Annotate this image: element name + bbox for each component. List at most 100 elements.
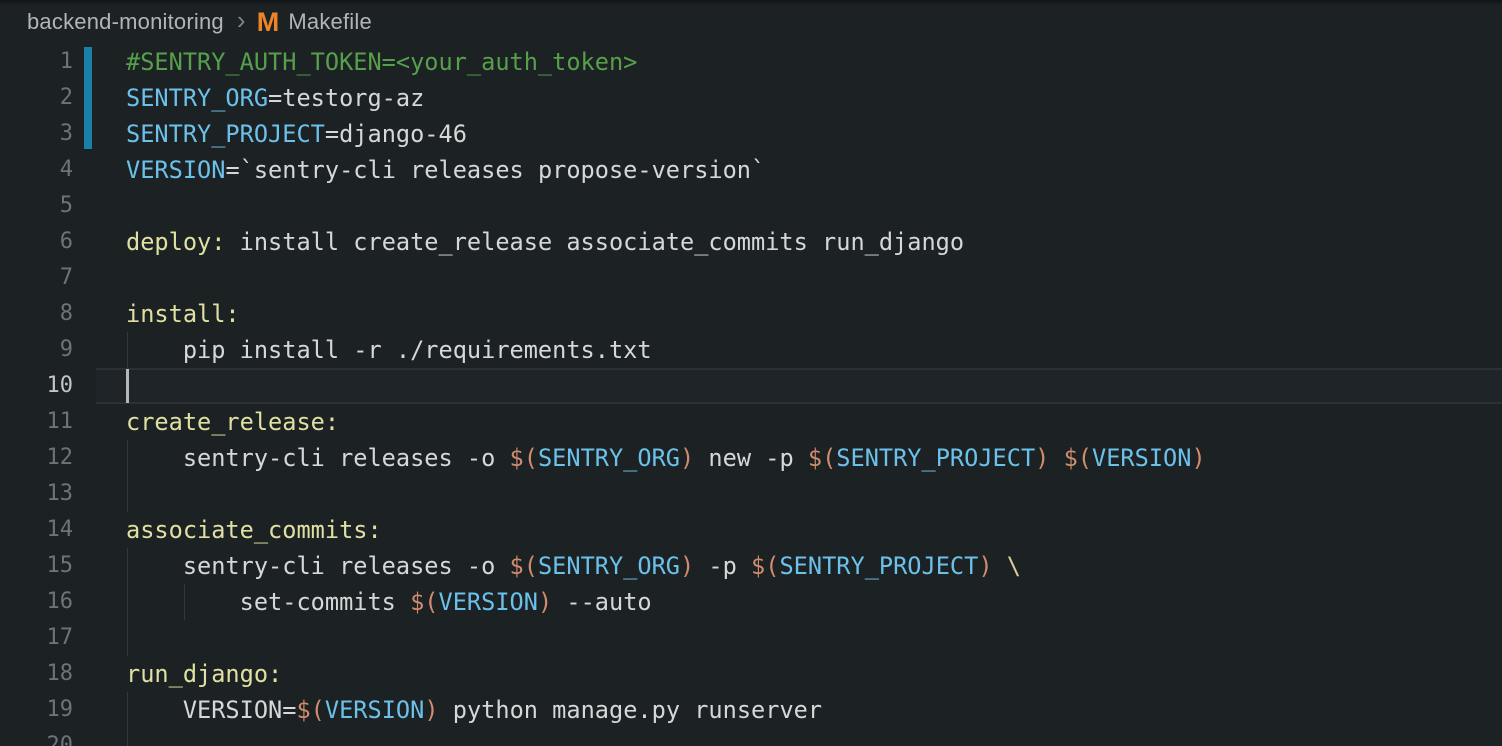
code-token: create_release:	[126, 408, 339, 436]
line-number[interactable]: 20	[0, 728, 73, 746]
line-number[interactable]: 2	[0, 80, 73, 116]
line-number[interactable]: 15	[0, 548, 73, 584]
code-text[interactable]: associate_commits:	[126, 512, 382, 548]
code-line[interactable]: 1 #SENTRY_AUTH_TOKEN=<your_auth_token>	[0, 44, 1502, 80]
code-token: SENTRY_ORG	[126, 84, 268, 112]
line-number[interactable]: 5	[0, 188, 73, 224]
code-token: SENTRY_ORG	[538, 444, 680, 472]
code-line[interactable]: 14 associate_commits:	[0, 512, 1502, 548]
line-number[interactable]: 17	[0, 620, 73, 656]
code-line[interactable]: 16 set-commits $(VERSION) --auto	[0, 584, 1502, 620]
code-line[interactable]: 20	[0, 728, 1502, 746]
code-text[interactable]: VERSION=`sentry-cli releases propose-ver…	[126, 152, 765, 188]
code-token: )	[424, 696, 438, 724]
line-number[interactable]: 9	[0, 332, 73, 368]
code-text[interactable]: deploy: install create_release associate…	[126, 224, 964, 260]
code-line[interactable]: 8 install:	[0, 296, 1502, 332]
breadcrumb-file-label: Makefile	[288, 9, 372, 35]
code-token: )	[680, 552, 694, 580]
code-text[interactable]: create_release:	[126, 404, 339, 440]
code-text[interactable]: sentry-cli releases -o $(SENTRY_ORG) new…	[126, 440, 1206, 476]
code-token: install:	[126, 300, 240, 328]
code-line[interactable]: 2 SENTRY_ORG=testorg-az	[0, 80, 1502, 116]
line-number[interactable]: 18	[0, 656, 73, 692]
code-line[interactable]: 3 SENTRY_PROJECT=django-46	[0, 116, 1502, 152]
code-line[interactable]: 5	[0, 188, 1502, 224]
line-number[interactable]: 14	[0, 512, 73, 548]
code-token: $(	[296, 696, 324, 724]
code-token: )	[1035, 444, 1049, 472]
line-number[interactable]: 4	[0, 152, 73, 188]
code-text[interactable]: pip install -r ./requirements.txt	[126, 332, 652, 368]
line-number[interactable]: 12	[0, 440, 73, 476]
code-token: \	[1007, 552, 1021, 580]
code-line[interactable]: 7	[0, 260, 1502, 296]
line-number[interactable]: 8	[0, 296, 73, 332]
code-text[interactable]: VERSION=$(VERSION) python manage.py runs…	[126, 692, 822, 728]
code-line[interactable]: 18 run_django:	[0, 656, 1502, 692]
line-number[interactable]: 11	[0, 404, 73, 440]
code-line[interactable]: 10	[0, 368, 1502, 404]
code-text[interactable]: SENTRY_PROJECT=django-46	[126, 116, 467, 152]
code-token: $(	[510, 552, 538, 580]
line-number[interactable]: 1	[0, 44, 73, 80]
code-line[interactable]: 9 pip install -r ./requirements.txt	[0, 332, 1502, 368]
code-token: $(	[751, 552, 779, 580]
code-token: )	[978, 552, 992, 580]
code-token: -p	[694, 552, 751, 580]
line-number[interactable]: 10	[0, 368, 73, 404]
code-token: =django-46	[325, 120, 467, 148]
code-token: pip install -r ./requirements.txt	[126, 336, 652, 364]
code-token: run_django:	[126, 660, 282, 688]
code-line[interactable]: 11 create_release:	[0, 404, 1502, 440]
line-number[interactable]: 16	[0, 584, 73, 620]
breadcrumb-folder[interactable]: backend-monitoring	[27, 9, 224, 35]
code-token: )	[1191, 444, 1205, 472]
code-line[interactable]: 12 sentry-cli releases -o $(SENTRY_ORG) …	[0, 440, 1502, 476]
text-cursor	[126, 369, 129, 403]
breadcrumb: backend-monitoring › M Makefile	[0, 0, 1502, 44]
line-number[interactable]: 3	[0, 116, 73, 152]
code-token: new -p	[694, 444, 808, 472]
code-line[interactable]: 4 VERSION=`sentry-cli releases propose-ve…	[0, 152, 1502, 188]
code-token: $(	[510, 444, 538, 472]
code-token: $(	[410, 588, 438, 616]
code-text[interactable]: #SENTRY_AUTH_TOKEN=<your_auth_token>	[126, 44, 637, 80]
code-token: SENTRY_PROJECT	[836, 444, 1035, 472]
code-token: VERSION=	[126, 696, 296, 724]
code-token: python manage.py runserver	[439, 696, 823, 724]
breadcrumb-file[interactable]: M Makefile	[257, 0, 372, 44]
code-token: set-commits	[126, 588, 410, 616]
code-text[interactable]: install:	[126, 296, 240, 332]
code-token: deploy:	[126, 228, 225, 256]
code-text[interactable]: sentry-cli releases -o $(SENTRY_ORG) -p …	[126, 548, 1021, 584]
code-text[interactable]: SENTRY_ORG=testorg-az	[126, 80, 424, 116]
code-line[interactable]: 15 sentry-cli releases -o $(SENTRY_ORG) …	[0, 548, 1502, 584]
code-token: VERSION	[439, 588, 538, 616]
line-number[interactable]: 7	[0, 260, 73, 296]
code-token: --auto	[552, 588, 651, 616]
line-number[interactable]: 13	[0, 476, 73, 512]
code-token: SENTRY_ORG	[538, 552, 680, 580]
code-text[interactable]: run_django:	[126, 656, 282, 692]
code-token	[993, 552, 1007, 580]
code-line[interactable]: 6 deploy: install create_release associat…	[0, 224, 1502, 260]
code-line[interactable]: 19 VERSION=$(VERSION) python manage.py r…	[0, 692, 1502, 728]
code-token: )	[680, 444, 694, 472]
code-text[interactable]: set-commits $(VERSION) --auto	[126, 584, 652, 620]
code-token: )	[538, 588, 552, 616]
code-token	[1049, 444, 1063, 472]
active-line-highlight	[96, 368, 1502, 404]
editor-lines[interactable]: 1 #SENTRY_AUTH_TOKEN=<your_auth_token> 2 SE…	[0, 44, 1502, 746]
code-token: sentry-cli releases -o	[126, 552, 510, 580]
gutter-modified-indicator[interactable]	[84, 47, 92, 149]
code-token: #SENTRY_AUTH_TOKEN=<your_auth_token>	[126, 48, 637, 76]
code-token: =`sentry-cli releases propose-version`	[225, 156, 765, 184]
line-number[interactable]: 19	[0, 692, 73, 728]
code-token: SENTRY_PROJECT	[779, 552, 978, 580]
code-editor: backend-monitoring › M Makefile 1 #SENTRY…	[0, 0, 1502, 746]
code-line[interactable]: 13	[0, 476, 1502, 512]
code-token: VERSION	[325, 696, 424, 724]
line-number[interactable]: 6	[0, 224, 73, 260]
code-line[interactable]: 17	[0, 620, 1502, 656]
